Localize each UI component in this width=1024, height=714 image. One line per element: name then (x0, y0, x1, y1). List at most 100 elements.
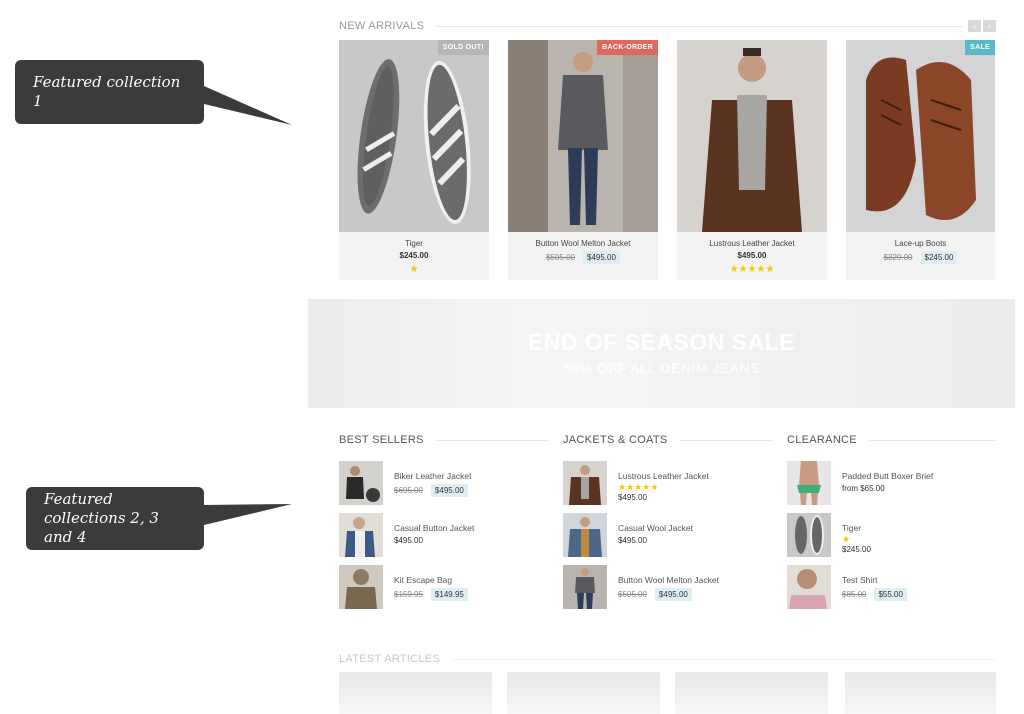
product-name[interactable]: Casual Wool Jacket (618, 523, 693, 533)
product-thumbnail[interactable] (339, 461, 383, 505)
product-image[interactable]: BACK-ORDER (508, 40, 658, 232)
old-price: $505.00 (546, 253, 575, 262)
product-thumbnail[interactable] (787, 461, 831, 505)
chevron-left-icon[interactable]: ‹ (968, 20, 981, 32)
callout-featured-collections-2-4: Featured collections 2, 3 and 4 (26, 487, 292, 550)
product-name[interactable]: Button Wool Melton Jacket (508, 239, 658, 248)
list-item[interactable]: Button Wool Melton Jacket $505.00 $495.0… (563, 565, 773, 609)
product-thumbnail[interactable] (339, 565, 383, 609)
product-name[interactable]: Lustrous Leather Jacket (677, 239, 827, 248)
chevron-right-icon[interactable]: › (983, 20, 996, 32)
old-price: $159.95 (394, 590, 423, 599)
sale-price: $245.00 (920, 251, 958, 264)
boots-image (846, 40, 995, 232)
product-image[interactable]: SOLD OUT! (339, 40, 489, 232)
star-icon: ★ (842, 534, 851, 544)
product-thumbnail[interactable] (787, 565, 831, 609)
section-header-new-arrivals: NEW ARRIVALS (339, 20, 996, 32)
sale-price: $495.00 (430, 484, 468, 497)
product-name[interactable]: Biker Leather Jacket (394, 471, 471, 481)
list-item[interactable]: Casual Wool Jacket $495.00 (563, 513, 773, 557)
jackets-coats-collection: JACKETS & COATS Lustrous Leather Jacket … (563, 434, 773, 609)
star-icon: ★ (618, 482, 627, 492)
product-name[interactable]: Lustrous Leather Jacket (618, 471, 709, 481)
section-header-clearance: CLEARANCE (787, 434, 996, 446)
product-card-lustrous-leather-jacket[interactable]: Lustrous Leather Jacket $495.00 ★★★★★ (677, 40, 827, 280)
section-header-jackets-coats: JACKETS & COATS (563, 434, 773, 446)
product-name[interactable]: Lace-up Boots (846, 239, 995, 248)
product-name[interactable]: Tiger (842, 523, 871, 533)
product-name[interactable]: Tiger (339, 239, 489, 248)
section-title: NEW ARRIVALS (339, 20, 425, 32)
product-prices: $329.00 $245.00 (846, 251, 995, 264)
list-item[interactable]: Padded Butt Boxer Brief from $65.00 (787, 461, 997, 505)
product-name[interactable]: Padded Butt Boxer Brief (842, 471, 933, 481)
list-item[interactable]: Casual Button Jacket $495.00 (339, 513, 549, 557)
product-price: $495.00 (618, 493, 647, 502)
clearance-collection: CLEARANCE Padded Butt Boxer Brief from $… (787, 434, 997, 609)
divider (436, 25, 962, 27)
list-item[interactable]: Biker Leather Jacket $695.00 $495.00 (339, 461, 549, 505)
product-price: $245.00 (842, 545, 871, 554)
divider (868, 439, 996, 441)
section-title: CLEARANCE (787, 434, 857, 446)
article-card[interactable] (507, 672, 660, 714)
product-price: from $65.00 (842, 484, 885, 493)
callout-featured-collection-1: Featured collection 1 (15, 60, 292, 125)
product-price: $495.00 (618, 536, 647, 545)
star-icon: ★ (650, 482, 659, 492)
article-card[interactable] (339, 672, 492, 714)
section-title: BEST SELLERS (339, 434, 424, 446)
product-thumbnail[interactable] (339, 513, 383, 557)
article-card[interactable] (845, 672, 996, 714)
carousel-arrows: ‹ › (968, 20, 996, 32)
status-badge: SOLD OUT! (437, 40, 489, 55)
star-icon: ★ (729, 264, 739, 275)
rating-stars: ★★★★★ (677, 264, 827, 275)
product-card-lace-up-boots[interactable]: SALE Lace-up Boots $329.00 $245.00 (846, 40, 995, 280)
sale-price: $55.00 (874, 588, 907, 601)
product-name[interactable]: Button Wool Melton Jacket (618, 575, 719, 585)
article-card[interactable] (675, 672, 828, 714)
section-title: JACKETS & COATS (563, 434, 668, 446)
promo-banner[interactable]: END OF SEASON SALE 50% OFF ALL DENIM JEA… (308, 299, 1015, 408)
list-item[interactable]: Test Shirt $85.00 $55.00 (787, 565, 997, 609)
best-sellers-collection: BEST SELLERS Biker Leather Jacket $695.0… (339, 434, 549, 609)
leather-jacket-model-image (677, 40, 827, 232)
old-price: $329.00 (883, 253, 913, 262)
banner-subtitle: 50% OFF ALL DENIM JEANS (563, 360, 760, 376)
callout-text: Featured collection 1 (33, 73, 181, 110)
product-name[interactable]: Test Shirt (842, 575, 907, 585)
product-price: $495.00 (737, 251, 767, 260)
divider (452, 658, 996, 660)
divider (435, 439, 549, 441)
banner-title: END OF SEASON SALE (527, 329, 796, 355)
rating-stars: ★ (339, 264, 489, 275)
divider (679, 439, 773, 441)
callout-text: Featured collections 2, 3 and 4 (44, 490, 159, 546)
product-thumbnail[interactable] (787, 513, 831, 557)
sneaker-image (339, 40, 489, 232)
section-title: LATEST ARTICLES (339, 653, 441, 665)
list-item[interactable]: Lustrous Leather Jacket ★★★★★ $495.00 (563, 461, 773, 505)
product-thumbnail[interactable] (563, 461, 607, 505)
list-item[interactable]: Kit Escape Bag $159.95 $149.95 (339, 565, 549, 609)
sale-price: $495.00 (654, 588, 692, 601)
old-price: $85.00 (842, 590, 867, 599)
rating-stars: ★ (842, 534, 871, 544)
old-price: $695.00 (394, 486, 423, 495)
product-price: $245.00 (399, 251, 429, 260)
product-image[interactable]: SALE (846, 40, 995, 232)
product-thumbnail[interactable] (563, 565, 607, 609)
product-prices: $505.00 $495.00 (508, 251, 658, 264)
product-name[interactable]: Casual Button Jacket (394, 523, 474, 533)
product-card-button-wool-melton-jacket[interactable]: BACK-ORDER Button Wool Melton Jacket $50… (508, 40, 658, 280)
product-price: $495.00 (394, 536, 423, 545)
status-badge: SALE (965, 40, 995, 55)
product-image[interactable] (677, 40, 827, 232)
product-thumbnail[interactable] (563, 513, 607, 557)
list-item[interactable]: Tiger ★ $245.00 (787, 513, 997, 557)
product-name[interactable]: Kit Escape Bag (394, 575, 468, 585)
product-card-tiger[interactable]: SOLD OUT! Tiger $245.00 ★ (339, 40, 489, 280)
jacket-model-image (508, 40, 658, 232)
